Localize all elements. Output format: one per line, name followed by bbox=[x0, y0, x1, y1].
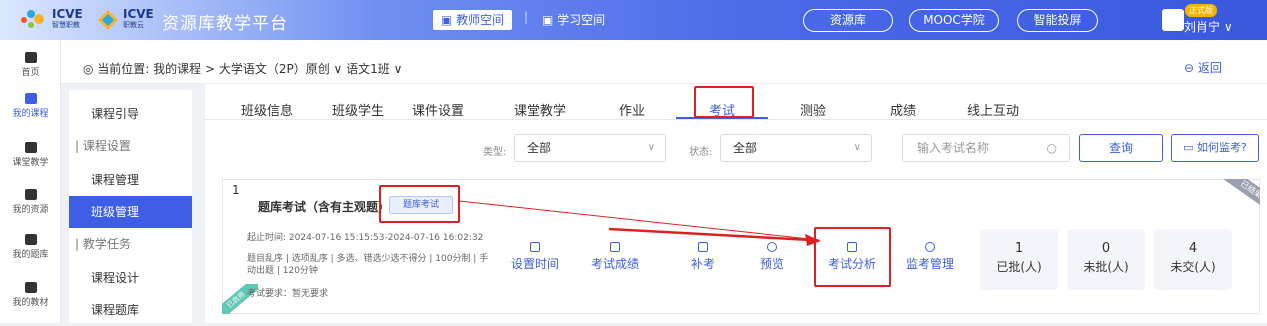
vip-badge: 正式版 bbox=[1185, 4, 1217, 17]
folder-icon bbox=[24, 189, 37, 200]
breadcrumb-text[interactable]: 当前位置: 我的课程 > 大学语文（2P）原创 ∨ 语文1班 ∨ bbox=[97, 62, 402, 76]
platform-title: 资源库教学平台 bbox=[162, 14, 288, 34]
stat-value: 0 bbox=[1101, 241, 1111, 256]
zjy-logo[interactable]: ICVE 职教云 bbox=[123, 7, 154, 31]
tab-online-interaction[interactable]: 线上互动 bbox=[967, 100, 1019, 119]
question-bank-icon bbox=[24, 234, 37, 245]
tab-class-students[interactable]: 班级学生 bbox=[332, 100, 384, 119]
subnav-course-question-bank[interactable]: 课程题库 bbox=[69, 294, 192, 326]
exam-rules: 题目乱序 | 选项乱序 | 多选、错选少选不得分 | 100分制 | 手动出题 … bbox=[247, 254, 489, 276]
rail-item-classroom[interactable]: 课堂教学 bbox=[0, 142, 61, 168]
teacher-space-button[interactable]: ▣ 教师空间 bbox=[433, 10, 512, 30]
action-label: 补考 bbox=[690, 257, 715, 271]
exam-requirement: 考试要求：暂无要求 bbox=[247, 289, 329, 299]
subnav-course-guide[interactable]: 课程引导 bbox=[69, 98, 192, 130]
exam-tab-highlight bbox=[694, 86, 754, 118]
rail-label: 我的教材 bbox=[12, 298, 49, 308]
breadcrumb: ◎ 当前位置: 我的课程 > 大学语文（2P）原创 ∨ 语文1班 ∨ bbox=[83, 62, 403, 76]
rail-label: 课堂教学 bbox=[12, 158, 49, 168]
monitor-help-button[interactable]: ▭ 如何监考? bbox=[1171, 134, 1259, 162]
type-label: 类型: bbox=[483, 147, 507, 158]
rail-item-resources[interactable]: 我的资源 bbox=[0, 189, 61, 215]
subnav-group-course-settings: | 课程设置 bbox=[75, 139, 131, 153]
smart-screen-button[interactable]: 智能投屏 bbox=[1017, 9, 1098, 32]
status-select-value: 全部 bbox=[733, 141, 758, 155]
left-rail: 首页 我的课程 课堂教学 我的资源 我的题库 我的教材 bbox=[0, 40, 61, 323]
home-icon bbox=[24, 52, 37, 63]
rail-label: 首页 bbox=[21, 68, 40, 78]
avatar[interactable] bbox=[1162, 9, 1184, 31]
proctor-management-button[interactable]: 监考管理 bbox=[904, 242, 956, 272]
type-select-value: 全部 bbox=[527, 141, 552, 155]
textbook-icon bbox=[24, 282, 37, 293]
rail-label: 我的课程 bbox=[12, 109, 49, 119]
stat-label: 未交(人) bbox=[1170, 260, 1216, 274]
tab-quiz[interactable]: 测验 bbox=[800, 100, 826, 119]
rail-item-textbooks[interactable]: 我的教材 bbox=[0, 282, 61, 308]
stat-ungraded: 0 未批(人) bbox=[1067, 229, 1145, 290]
ended-ribbon-text: 已结束 bbox=[1218, 179, 1260, 209]
mooc-button[interactable]: MOOC学院 bbox=[909, 9, 999, 32]
back-button[interactable]: ⊖ 返回 bbox=[1184, 59, 1222, 76]
subnav-group-teaching-tasks: | 教学任务 bbox=[75, 237, 131, 251]
action-label: 设置时间 bbox=[510, 257, 559, 271]
logo-text: ICVE bbox=[52, 7, 83, 21]
status-label: 状态: bbox=[689, 147, 713, 158]
stat-label: 已批(人) bbox=[996, 260, 1042, 274]
rail-label: 我的题库 bbox=[12, 250, 49, 260]
tab-divider bbox=[205, 119, 1267, 120]
username-dropdown[interactable]: 刘肖宁 ∨ bbox=[1184, 18, 1233, 35]
chevron-down-icon: ∨ bbox=[853, 142, 861, 153]
icve-logo-icon bbox=[21, 10, 44, 28]
stat-label: 未批(人) bbox=[1083, 260, 1129, 274]
tab-homework[interactable]: 作业 bbox=[619, 100, 645, 119]
exam-title[interactable]: 题库考试（含有主观题） bbox=[258, 198, 390, 215]
rail-item-my-courses[interactable]: 我的课程 bbox=[0, 93, 61, 119]
callout-arrow-icon bbox=[459, 200, 821, 246]
subnav-course-management[interactable]: 课程管理 bbox=[69, 164, 192, 196]
tab-classroom-teaching[interactable]: 课堂教学 bbox=[514, 100, 566, 119]
learning-space-label: 学习空间 bbox=[557, 13, 606, 27]
teacher-space-label: 教师空间 bbox=[456, 13, 505, 27]
search-icon: ○ bbox=[1046, 141, 1057, 155]
play-icon bbox=[24, 142, 37, 153]
stat-value: 4 bbox=[1188, 241, 1198, 256]
monitor-help-label: 如何监考? bbox=[1197, 141, 1247, 154]
stat-not-submitted: 4 未交(人) bbox=[1154, 229, 1232, 290]
monitor-icon bbox=[925, 242, 935, 252]
type-select[interactable]: 全部 ∨ bbox=[514, 134, 666, 162]
book-icon bbox=[24, 93, 37, 104]
chevron-down-icon: ∨ bbox=[647, 142, 655, 153]
stat-value: 1 bbox=[1014, 241, 1024, 256]
back-label: 返回 bbox=[1197, 61, 1222, 75]
tab-courseware-settings[interactable]: 课件设置 bbox=[412, 100, 464, 119]
rail-item-question-bank[interactable]: 我的题库 bbox=[0, 234, 61, 260]
logo-subtext: 职教云 bbox=[123, 21, 144, 29]
rail-label: 我的资源 bbox=[12, 205, 49, 215]
zjy-logo-icon bbox=[98, 10, 118, 30]
logo-subtext: 智慧职教 bbox=[52, 21, 80, 29]
learning-space-button[interactable]: ▣ 学习空间 bbox=[542, 10, 605, 30]
tab-grades[interactable]: 成绩 bbox=[890, 100, 916, 119]
logo-text: ICVE bbox=[123, 7, 154, 21]
ended-ribbon: 已结束 bbox=[1214, 179, 1260, 209]
action-label: 考试成绩 bbox=[590, 257, 639, 271]
exam-search-input[interactable]: 输入考试名称 ○ bbox=[902, 134, 1070, 162]
icve-logo[interactable]: ICVE 智慧职教 bbox=[52, 7, 83, 31]
resource-library-button[interactable]: 资源库 bbox=[803, 9, 893, 32]
action-label: 预览 bbox=[759, 257, 784, 271]
action-label: 监考管理 bbox=[905, 257, 954, 271]
subnav-course-design[interactable]: 课程设计 bbox=[69, 262, 192, 294]
stat-graded: 1 已批(人) bbox=[980, 229, 1058, 290]
search-placeholder: 输入考试名称 bbox=[917, 141, 990, 155]
subnav-class-management[interactable]: 班级管理 bbox=[69, 196, 192, 228]
tab-class-info[interactable]: 班级信息 bbox=[241, 100, 293, 119]
status-select[interactable]: 全部 ∨ bbox=[720, 134, 872, 162]
exam-index: 1 bbox=[232, 183, 240, 197]
nav-separator: | bbox=[524, 10, 529, 24]
query-button[interactable]: 查询 bbox=[1079, 134, 1163, 162]
exam-type-highlight bbox=[379, 185, 460, 223]
course-subnav: 课程引导 | 课程设置 课程管理 班级管理 | 教学任务 课程设计 课程题库 bbox=[69, 90, 192, 323]
rail-item-home[interactable]: 首页 bbox=[0, 52, 61, 78]
